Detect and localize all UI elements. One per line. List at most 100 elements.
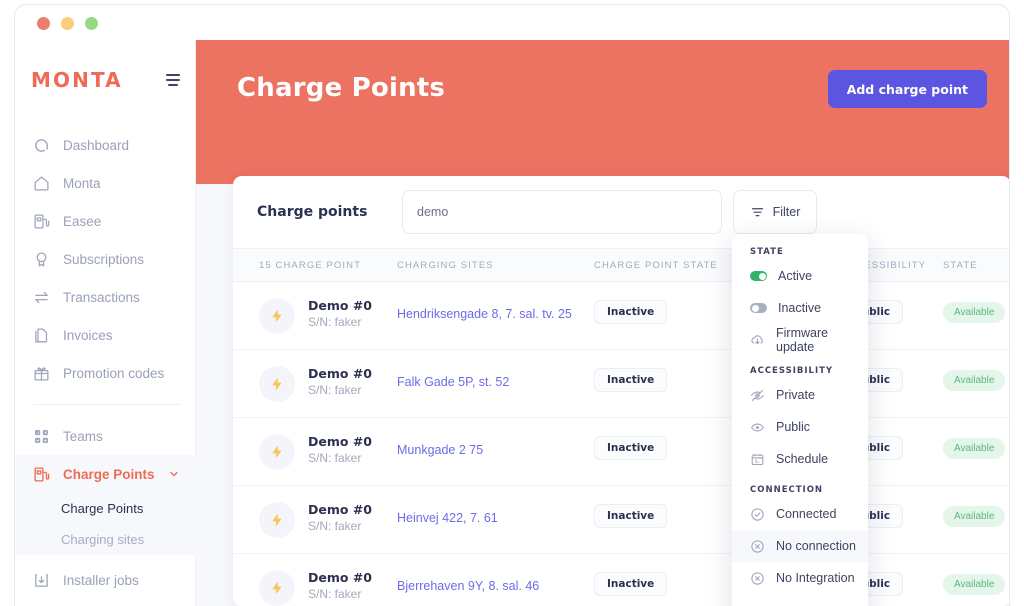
sidebar-item-label: Subscriptions [63, 251, 145, 267]
charger-icon [33, 466, 50, 483]
search-input[interactable] [402, 190, 722, 234]
charge-point-serial: S/N: faker [308, 451, 362, 465]
table-row[interactable]: Demo #0 S/N: faker Munkgade 2 75 Inactiv… [233, 418, 1009, 486]
sidebar-item-installer-jobs[interactable]: Installer jobs [15, 561, 196, 599]
menu-item-label: Public [776, 420, 811, 434]
grid-icon [33, 428, 50, 445]
sidebar-item-label: Dashboard [63, 137, 130, 153]
menu-item-label: No connection [776, 539, 856, 553]
menu-item-private[interactable]: Private [732, 379, 868, 411]
menu-item-no-connection[interactable]: No connection [732, 530, 868, 562]
filter-icon [750, 205, 765, 220]
filter-button-label: Filter [772, 205, 801, 219]
browser-viewport: MONTA Dashboard Monta Easee Subscription… [14, 40, 1010, 606]
sidebar-item-teams[interactable]: Teams [15, 417, 196, 455]
table-row[interactable]: Demo #0 S/N: faker Heinvej 422, 7. 61 In… [233, 486, 1009, 554]
card-heading: Charge points [257, 204, 368, 220]
table-row[interactable]: Demo #0 S/N: faker Hendriksengade 8, 7. … [233, 282, 1009, 350]
install-icon [33, 572, 50, 589]
sidebar: MONTA Dashboard Monta Easee Subscription… [15, 40, 196, 606]
charge-point-name: Demo #0 [308, 502, 372, 517]
menu-item-active[interactable]: Active [732, 260, 868, 292]
page-hero-banner: Charge Points Add charge point [196, 40, 1009, 184]
chevron-down-icon[interactable] [168, 468, 180, 480]
bolt-icon [259, 434, 295, 470]
charge-point-state-badge: Inactive [594, 368, 668, 392]
charging-site-link[interactable]: Hendriksengade 8, 7. sal. tv. 25 [397, 307, 572, 321]
bolt-icon [259, 366, 295, 402]
charge-point-name: Demo #0 [308, 298, 372, 313]
charging-site-link[interactable]: Heinvej 422, 7. 61 [397, 511, 498, 525]
menu-group-accessibility: ACCESSIBILITY [750, 365, 834, 376]
menu-item-label: No Integration [776, 571, 855, 585]
minimize-window-button[interactable] [61, 17, 74, 30]
sidebar-item-promotion-codes[interactable]: Promotion codes [15, 354, 196, 392]
invoice-icon [33, 327, 50, 344]
main-content: Charge Points Add charge point Charge po… [196, 40, 1009, 606]
hamburger-icon[interactable] [166, 74, 180, 86]
traffic-lights [37, 17, 98, 30]
filter-dropdown-menu: STATE Active Inactive Firmware update AC… [732, 234, 868, 606]
sidebar-item-label: Monta [63, 175, 101, 191]
state-badge: Available [943, 370, 1006, 391]
monta-logo: MONTA [31, 68, 123, 92]
x-circle-icon [750, 571, 765, 586]
charge-point-name: Demo #0 [308, 434, 372, 449]
eye-icon [750, 420, 765, 435]
table-row[interactable]: Demo #0 S/N: faker Falk Gade 5P, st. 52 … [233, 350, 1009, 418]
charge-point-state-badge: Inactive [594, 572, 668, 596]
menu-item-label: Schedule [776, 452, 829, 466]
sidebar-item-subscriptions[interactable]: Subscriptions [15, 240, 196, 278]
close-window-button[interactable] [37, 17, 50, 30]
charging-site-link[interactable]: Munkgade 2 75 [397, 443, 483, 457]
menu-item-schedule[interactable]: Schedule [732, 443, 868, 475]
toggle-on-icon [750, 271, 767, 281]
dashboard-icon [33, 137, 50, 154]
add-charge-point-button[interactable]: Add charge point [827, 70, 987, 108]
menu-group-connection: CONNECTION [750, 484, 824, 495]
app-window: MONTA Dashboard Monta Easee Subscription… [0, 0, 1024, 606]
charge-point-serial: S/N: faker [308, 587, 362, 601]
sidebar-item-label: Promotion codes [63, 365, 165, 381]
sidebar-item-label: Transactions [63, 289, 140, 305]
charging-site-link[interactable]: Falk Gade 5P, st. 52 [397, 375, 509, 389]
sidebar-item-transactions[interactable]: Transactions [15, 278, 196, 316]
eye-off-icon [750, 388, 765, 403]
calendar-icon [750, 452, 765, 467]
sidebar-item-label: Charge Points [63, 466, 155, 482]
menu-item-label: Active [778, 269, 813, 283]
sidebar-item-dashboard[interactable]: Dashboard [15, 126, 196, 164]
check-circle-icon [750, 507, 765, 522]
menu-item-no-integration[interactable]: No Integration [732, 562, 868, 594]
sidebar-subitem-charging-sites[interactable]: Charging sites [15, 524, 196, 555]
menu-item-connected[interactable]: Connected [732, 498, 868, 530]
charge-point-state-badge: Inactive [594, 504, 668, 528]
menu-item-firmware-update[interactable]: Firmware update [732, 324, 868, 356]
home-icon [33, 175, 50, 192]
sidebar-item-label: Easee [63, 213, 102, 229]
sidebar-item-monta[interactable]: Monta [15, 164, 196, 202]
menu-item-label: Inactive [778, 301, 822, 315]
badge-icon [33, 251, 50, 268]
sidebar-item-label: Teams [63, 428, 103, 444]
charge-point-serial: S/N: faker [308, 315, 362, 329]
sidebar-item-charge-points[interactable]: Charge Points [15, 455, 196, 493]
filter-button[interactable]: Filter [733, 190, 817, 234]
menu-item-label: Connected [776, 507, 837, 521]
sidebar-item-charges[interactable]: Charges [15, 599, 196, 606]
sidebar-item-invoices[interactable]: Invoices [15, 316, 196, 354]
state-badge: Available [943, 302, 1006, 323]
menu-item-inactive[interactable]: Inactive [732, 292, 868, 324]
x-circle-icon [750, 539, 765, 554]
charge-point-serial: S/N: faker [308, 383, 362, 397]
sidebar-subitem-charge-points[interactable]: Charge Points [15, 493, 196, 524]
bolt-icon [259, 298, 295, 334]
column-header-charge-point-state: CHARGE POINT STATE [594, 260, 718, 271]
state-badge: Available [943, 574, 1006, 595]
window-title-bar [14, 4, 1010, 40]
maximize-window-button[interactable] [85, 17, 98, 30]
charging-site-link[interactable]: Bjerrehaven 9Y, 8. sal. 46 [397, 579, 539, 593]
sidebar-item-easee[interactable]: Easee [15, 202, 196, 240]
menu-item-public[interactable]: Public [732, 411, 868, 443]
table-row[interactable]: Demo #0 S/N: faker Bjerrehaven 9Y, 8. sa… [233, 554, 1009, 606]
